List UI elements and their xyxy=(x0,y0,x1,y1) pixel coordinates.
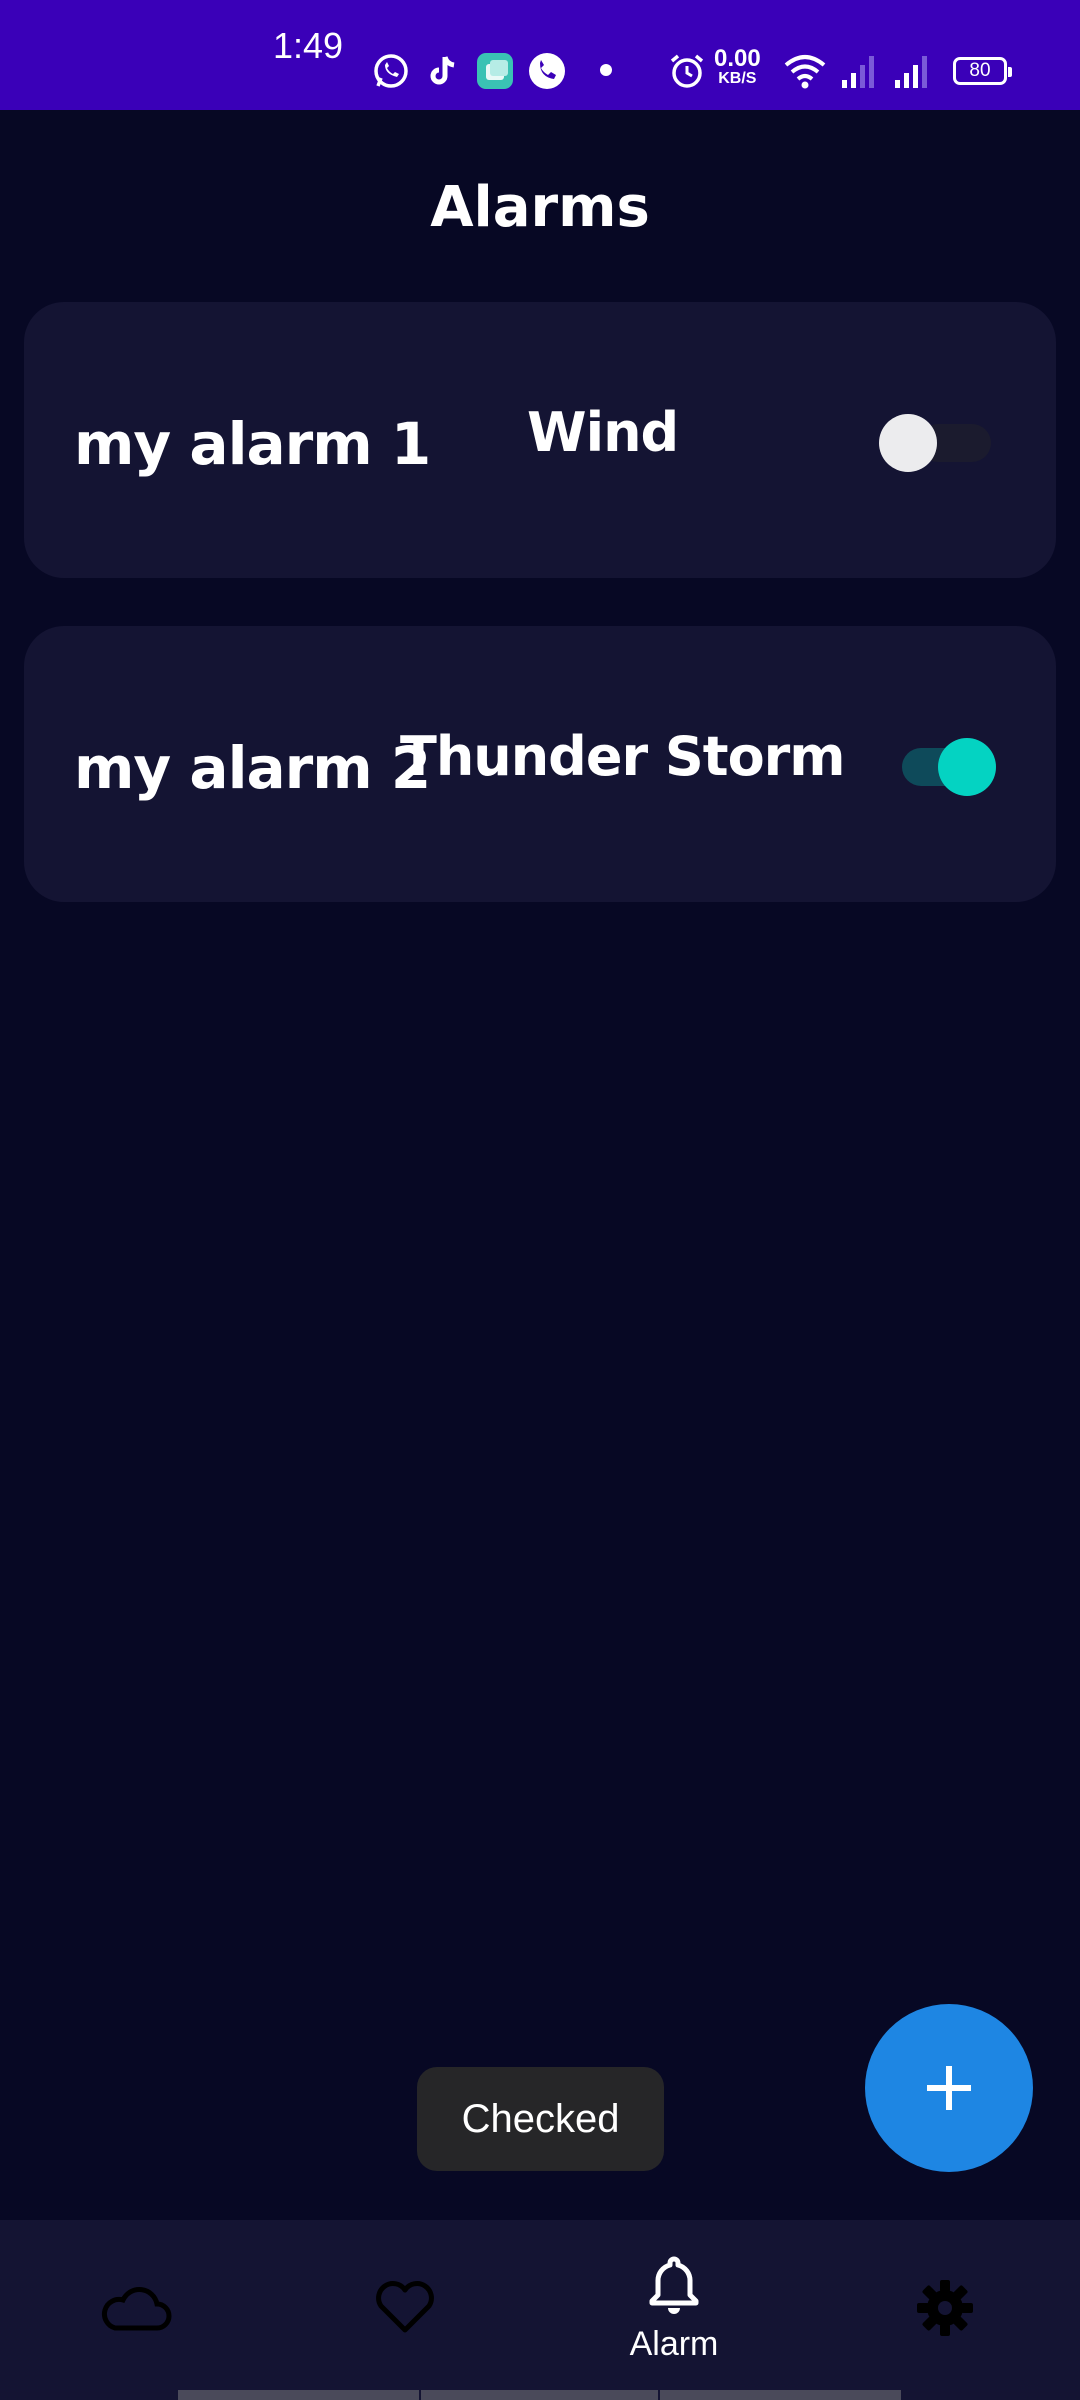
wifi-icon xyxy=(784,55,826,89)
nav-label-alarm: Alarm xyxy=(629,2325,719,2363)
toast: Checked xyxy=(417,2067,664,2171)
alarm-card[interactable]: my alarm 1 Wind xyxy=(24,302,1056,578)
net-speed: 0.00 KB/S xyxy=(714,47,761,87)
gesture-bar[interactable] xyxy=(178,2390,419,2400)
nav-item-favorites[interactable] xyxy=(350,2220,460,2400)
phone-call-icon xyxy=(529,53,565,89)
signal-icon xyxy=(895,56,927,88)
gesture-bar[interactable] xyxy=(660,2390,901,2400)
alarm-card[interactable]: my alarm 2 Thunder Storm xyxy=(24,626,1056,902)
heart-icon xyxy=(376,2281,434,2333)
toggle-thumb xyxy=(879,414,937,472)
gear-icon xyxy=(917,2280,973,2336)
bell-icon xyxy=(649,2256,699,2314)
toast-message: Checked xyxy=(461,2096,620,2141)
nav-item-alarm[interactable]: Alarm xyxy=(598,2220,750,2400)
nav-item-weather[interactable] xyxy=(80,2220,190,2400)
alarm-toggle[interactable] xyxy=(879,408,991,472)
alarm-name: my alarm 1 xyxy=(74,410,431,478)
battery-icon: 80 xyxy=(953,57,1012,85)
bottom-nav: Alarm xyxy=(0,2220,1080,2400)
toggle-thumb xyxy=(938,738,996,796)
tiktok-icon xyxy=(430,56,455,85)
whatsapp-icon xyxy=(374,54,408,88)
cloud-icon xyxy=(101,2287,172,2331)
alarm-sound: Wind xyxy=(527,401,679,464)
alarm-toggle[interactable] xyxy=(902,732,1002,796)
alarm-sound: Thunder Storm xyxy=(400,725,846,788)
app-icon xyxy=(477,53,513,89)
status-bar: 1:49 0.00 KB/S 80 xyxy=(0,0,1080,110)
net-speed-value: 0.00 xyxy=(714,45,761,72)
dot-icon xyxy=(600,64,612,76)
status-time: 1:49 xyxy=(273,25,344,66)
alarms-screen: 1:49 0.00 KB/S 80 Alarms my alarm 1 Wind… xyxy=(0,0,1080,2400)
alarm-clock-icon xyxy=(670,54,704,88)
net-speed-unit: KB/S xyxy=(718,70,757,87)
plus-icon xyxy=(927,2066,971,2110)
nav-item-settings[interactable] xyxy=(890,2220,1000,2400)
gesture-bar[interactable] xyxy=(421,2390,658,2400)
add-alarm-button[interactable] xyxy=(865,2004,1033,2172)
page-title: Alarms xyxy=(430,175,650,240)
battery-level: 80 xyxy=(969,60,991,81)
alarm-name: my alarm 2 xyxy=(74,734,431,802)
signal-icon xyxy=(842,56,874,88)
